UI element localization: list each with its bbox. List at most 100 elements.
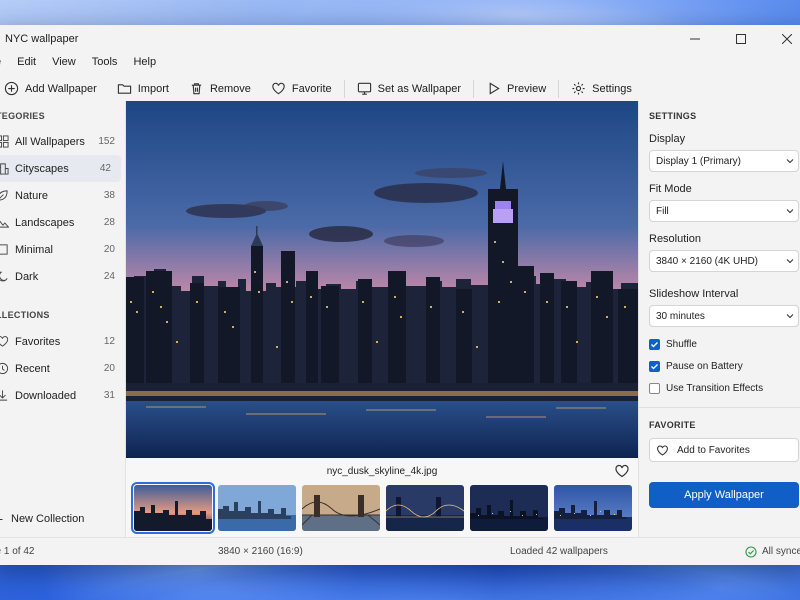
- sidebar: TEGORIES All Wallpapers 152 Cityscapes 4…: [0, 101, 126, 537]
- sidebar-item-count: 20: [103, 363, 115, 374]
- sidebar-item-minimal[interactable]: Minimal 20: [0, 236, 125, 263]
- favorite-label: Favorite: [291, 82, 332, 95]
- thumbnail-1[interactable]: [131, 482, 215, 534]
- folder-icon: [117, 84, 131, 94]
- status-synced-label: All synced: [762, 546, 800, 557]
- add-to-favorites-button[interactable]: Add to Favorites: [649, 438, 799, 462]
- download-icon: [0, 390, 8, 401]
- maximize-button[interactable]: [718, 25, 764, 53]
- menu-view[interactable]: View: [42, 56, 82, 68]
- thumbnail-3[interactable]: [302, 485, 380, 531]
- minimize-button[interactable]: [672, 25, 718, 53]
- transition-effects-label: Use Transition Effects: [666, 382, 764, 394]
- slideshow-interval-select[interactable]: 30 minutes: [649, 305, 799, 327]
- sidebar-item-favorites[interactable]: Favorites 12: [0, 328, 125, 355]
- import-button[interactable]: Import: [107, 75, 179, 103]
- add-wallpaper-button[interactable]: Add Wallpaper: [0, 75, 107, 103]
- mountain-icon: [0, 220, 9, 228]
- sidebar-item-landscapes[interactable]: Landscapes 28: [0, 209, 125, 236]
- toolbar-divider: [343, 79, 345, 98]
- buildings-icon: [0, 163, 9, 175]
- square-icon: [0, 244, 8, 255]
- preview-button[interactable]: Preview: [476, 75, 556, 103]
- slideshow-interval-label: Slideshow Interval: [649, 288, 739, 300]
- heart-outline-icon[interactable]: [614, 463, 630, 479]
- sidebar-item-nature[interactable]: Nature 38: [0, 182, 125, 209]
- new-collection-button[interactable]: + New Collection: [0, 505, 84, 532]
- sidebar-item-recent[interactable]: Recent 20: [0, 355, 125, 382]
- sidebar-item-count: 152: [98, 136, 115, 147]
- set-as-wallpaper-button[interactable]: Set as Wallpaper: [347, 75, 471, 103]
- menu-file[interactable]: e: [0, 56, 7, 68]
- sidebar-item-count: 31: [103, 390, 115, 401]
- sidebar-item-label: All Wallpapers: [15, 135, 85, 148]
- wallpaper-preview-image[interactable]: [126, 101, 638, 458]
- remove-button[interactable]: Remove: [179, 75, 261, 103]
- checkbox-unchecked-icon: [649, 382, 660, 394]
- sidebar-item-count: 24: [103, 271, 115, 282]
- slideshow-interval-value: 30 minutes: [656, 310, 705, 322]
- sidebar-item-count: 20: [103, 244, 115, 255]
- sidebar-item-dark[interactable]: Dark 24: [0, 263, 125, 290]
- menu-bar: e Edit View Tools Help: [0, 53, 800, 71]
- heart-icon: [657, 445, 668, 456]
- pause-on-battery-checkbox[interactable]: Pause on Battery: [649, 355, 800, 377]
- shuffle-checkbox[interactable]: Shuffle: [649, 333, 800, 355]
- close-button[interactable]: [764, 25, 800, 53]
- preview-area: nyc_dusk_skyline_4k.jpg: [126, 101, 638, 537]
- settings-button[interactable]: Settings: [561, 75, 642, 103]
- settings-heading: SETTINGS: [649, 111, 697, 121]
- sidebar-item-downloaded[interactable]: Downloaded 31: [0, 382, 125, 409]
- gear-icon: [572, 82, 585, 95]
- sidebar-item-label: Recent: [15, 362, 50, 375]
- thumbnail-2[interactable]: [218, 485, 296, 531]
- plus-circle-icon: [4, 81, 19, 96]
- sidebar-item-label: Downloaded: [15, 389, 77, 402]
- sidebar-item-label: Favorites: [15, 335, 61, 348]
- status-bar: ge 1 of 42 3840 × 2160 (16:9) Loaded 42 …: [0, 537, 800, 565]
- menu-edit[interactable]: Edit: [7, 56, 42, 68]
- transition-effects-checkbox[interactable]: Use Transition Effects: [649, 377, 800, 399]
- sidebar-item-count: 38: [103, 190, 115, 201]
- chevron-down-icon: [786, 209, 794, 214]
- sidebar-item-label: Cityscapes: [15, 162, 69, 175]
- remove-label: Remove: [209, 82, 251, 95]
- thumbnail-6[interactable]: [554, 485, 632, 531]
- check-circle-icon: [745, 545, 757, 558]
- grid-icon: [0, 135, 9, 148]
- menu-tools[interactable]: Tools: [82, 56, 124, 68]
- menu-help[interactable]: Help: [123, 56, 162, 68]
- status-sync: All synced: [745, 545, 800, 558]
- sidebar-item-count: 12: [103, 336, 115, 347]
- sidebar-item-cityscapes[interactable]: Cityscapes 42: [0, 155, 121, 182]
- preview-label: Preview: [507, 82, 547, 95]
- thumbnail-5[interactable]: [470, 485, 548, 531]
- resolution-label: Resolution: [649, 233, 701, 245]
- title-bar: NYC wallpaper: [0, 25, 800, 53]
- preview-filename: nyc_dusk_skyline_4k.jpg: [326, 465, 438, 477]
- favorite-button[interactable]: Favorite: [261, 75, 342, 103]
- sidebar-item-count: 28: [103, 217, 115, 228]
- app-window: NYC wallpaper e Edit View Tools Help Add…: [0, 25, 800, 565]
- window-title: NYC wallpaper: [5, 33, 79, 45]
- section-divider: [639, 407, 800, 408]
- display-label: Display: [649, 133, 686, 145]
- chevron-down-icon: [786, 259, 794, 264]
- toolbar-divider: [473, 79, 475, 98]
- thumbnail-4[interactable]: [386, 485, 464, 531]
- maximize-icon: [736, 34, 746, 44]
- checkbox-checked-icon: [649, 360, 660, 372]
- fit-mode-value: Fill: [656, 205, 669, 217]
- display-value: Display 1 (Primary): [656, 155, 742, 167]
- trash-icon: [191, 83, 202, 95]
- apply-wallpaper-button[interactable]: Apply Wallpaper: [649, 482, 799, 508]
- sidebar-item-all-wallpapers[interactable]: All Wallpapers 152: [0, 128, 125, 155]
- heart-icon: [272, 82, 285, 95]
- display-select[interactable]: Display 1 (Primary): [649, 150, 799, 172]
- categories-heading: TEGORIES: [0, 111, 45, 121]
- sidebar-item-count: 42: [99, 163, 111, 174]
- resolution-select[interactable]: 3840 × 2160 (4K UHD): [649, 250, 799, 272]
- fit-mode-select[interactable]: Fill: [649, 200, 799, 222]
- settings-label: Settings: [592, 82, 632, 95]
- set-as-wallpaper-label: Set as Wallpaper: [377, 82, 462, 95]
